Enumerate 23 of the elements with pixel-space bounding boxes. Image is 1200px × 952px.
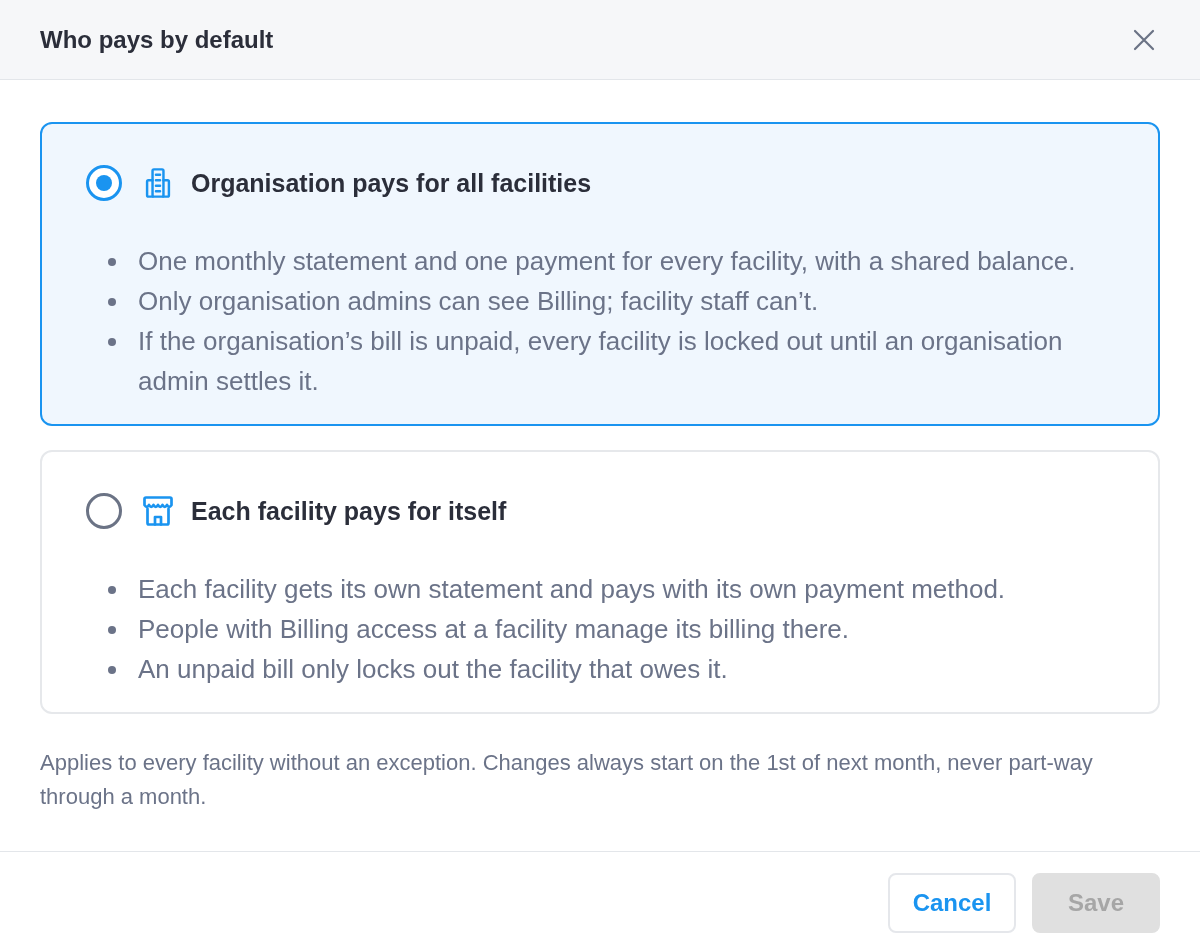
bullet-icon [108, 298, 116, 306]
option-card[interactable] [40, 122, 1160, 426]
bullet-text: One monthly statement and one payment for every facility, with a shared balance. [138, 245, 1076, 278]
radio-button[interactable] [86, 165, 122, 201]
bullet-icon [108, 258, 116, 266]
store-icon [143, 496, 173, 526]
option-title: Organisation pays for all facilities [191, 168, 592, 198]
bullet-text: Each facility gets its own statement and pays with its own payment method. [138, 573, 1006, 606]
bullet-icon [108, 626, 116, 634]
radio-button[interactable] [86, 493, 122, 529]
dialog-title: Who pays by default [40, 25, 274, 54]
option-title: Each facility pays for itself [191, 496, 507, 526]
bullet-text: An unpaid bill only locks out the facility that owes it. [138, 653, 728, 686]
bullet-text: Only organisation admins can see Billing; facility staff can’t. [138, 285, 819, 318]
bullet-icon [108, 666, 116, 674]
bullet-text: If the organisation’s bill is unpaid, every facility is locked out until an organisation admin settles it. [138, 325, 1064, 398]
building-icon [143, 168, 173, 198]
bullet-icon [108, 338, 116, 346]
cancel-button[interactable]: Cancel [888, 873, 1016, 933]
close-icon [1133, 28, 1155, 51]
bullet-icon [108, 586, 116, 594]
footnote-text: Applies to every facility without an exception. Changes always start on the 1st of next month, never part-way through a month. [40, 749, 1094, 811]
bullet-text: People with Billing access at a facility manage its billing there. [138, 613, 850, 646]
